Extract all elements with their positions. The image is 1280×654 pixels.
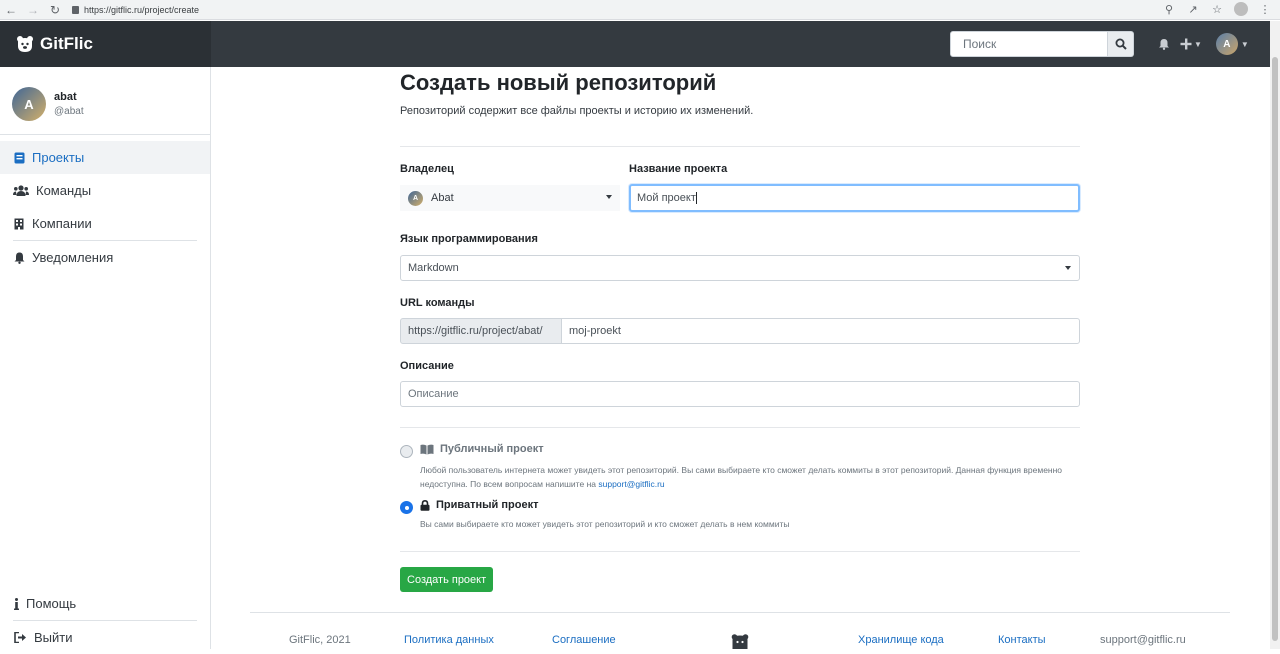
book-icon (13, 152, 25, 164)
private-title-text: Приватный проект (436, 499, 539, 511)
create-project-button[interactable]: Создать проект (400, 567, 494, 592)
project-name-label: Название проекта (629, 163, 728, 175)
back-icon[interactable]: ← (0, 3, 22, 17)
divider (400, 551, 1080, 552)
search-button[interactable] (1108, 31, 1134, 57)
reload-icon[interactable]: ↻ (44, 3, 66, 17)
url-slug-value: moj-proekt (569, 325, 621, 337)
language-value: Markdown (408, 262, 459, 274)
sidebar-item-teams[interactable]: Команды (0, 174, 210, 207)
create-menu[interactable]: ▼ (1180, 38, 1202, 50)
sidebar-item-help[interactable]: Помощь (0, 587, 210, 620)
footer-storage-link[interactable]: Хранилище кода (858, 634, 944, 646)
profile-icon[interactable] (1234, 2, 1248, 16)
caret-down-icon (606, 195, 612, 199)
description-label: Описание (400, 360, 454, 372)
divider (0, 134, 210, 135)
search-icon (1115, 38, 1127, 50)
url-label: URL команды (400, 297, 475, 309)
support-email-link[interactable]: support@gitflic.ru (598, 479, 664, 489)
public-description-text: Любой пользователь интернета может увиде… (420, 465, 1063, 489)
url-slug-input[interactable]: moj-proekt (561, 318, 1080, 344)
sidebar-item-label: Компании (32, 216, 92, 231)
avatar: A (408, 190, 423, 206)
user-handle: @abat (54, 106, 84, 117)
sidebar-item-label: Проекты (32, 150, 85, 165)
footer-copyright: GitFlic, 2021 (289, 634, 351, 646)
public-option-title[interactable]: Публичный проект (420, 443, 544, 455)
page-title: Создать новый репозиторий (400, 70, 717, 95)
chevron-down-icon: ▼ (1194, 39, 1202, 49)
lock-icon (72, 5, 79, 14)
divider (400, 427, 1080, 428)
search-input[interactable] (950, 31, 1108, 57)
language-label: Язык программирования (400, 233, 538, 245)
building-icon (13, 218, 25, 230)
caret-down-icon (1065, 266, 1071, 270)
users-icon (13, 185, 29, 196)
share-icon[interactable]: ↗ (1186, 3, 1200, 16)
project-name-input[interactable]: Мой проект (629, 184, 1080, 212)
url-prefix: https://gitflic.ru/project/abat/ (400, 318, 562, 344)
private-description: Вы сами выбираете кто может увидеть этот… (420, 519, 790, 529)
app-header: GitFlic ▼ A ▼ (0, 21, 1270, 67)
sidebar-item-label: Помощь (26, 596, 77, 611)
sidebar: A abat @abat Проекты Команды Компании Ув… (0, 67, 211, 649)
sidebar-item-notifications[interactable]: Уведомления (0, 241, 210, 274)
browser-toolbar: ← → ↻ https://gitflic.ru/project/create … (0, 0, 1280, 20)
text-cursor (695, 192, 697, 204)
footer: GitFlic, 2021 Политика данных Соглашение… (0, 634, 1270, 649)
user-name: abat (54, 91, 77, 103)
footer-email: support@gitflic.ru (1100, 634, 1186, 646)
public-title-text: Публичный проект (440, 443, 544, 455)
open-book-icon (420, 444, 434, 454)
footer-bear-logo-icon (731, 634, 749, 652)
bell-icon[interactable] (1158, 38, 1170, 50)
forward-icon[interactable]: → (22, 3, 44, 17)
user-menu[interactable]: A ▼ (1215, 33, 1249, 55)
owner-label: Владелец (400, 163, 454, 175)
project-name-value: Мой проект (637, 192, 696, 204)
owner-select[interactable]: A Abat (400, 185, 620, 211)
language-select[interactable]: Markdown (400, 255, 1080, 281)
lock-icon (420, 499, 430, 511)
description-placeholder: Описание (408, 388, 459, 400)
public-radio[interactable] (400, 445, 413, 458)
footer-divider (250, 612, 1230, 613)
search-box (950, 31, 1134, 57)
footer-privacy-link[interactable]: Политика данных (404, 634, 494, 646)
private-radio[interactable] (400, 501, 413, 514)
brand-name: GitFlic (40, 34, 93, 53)
plus-icon (1180, 38, 1192, 50)
description-input[interactable]: Описание (400, 381, 1080, 407)
footer-agreement-link[interactable]: Соглашение (552, 634, 616, 646)
avatar: A (12, 87, 46, 121)
scrollbar-thumb[interactable] (1272, 57, 1278, 641)
divider (400, 146, 1080, 147)
scrollbar[interactable] (1270, 21, 1280, 649)
zoom-icon[interactable]: ⚲ (1162, 3, 1176, 16)
bell-icon (13, 252, 25, 264)
sidebar-item-projects[interactable]: Проекты (0, 141, 210, 174)
bear-logo-icon (16, 35, 34, 53)
star-icon[interactable]: ☆ (1210, 3, 1224, 16)
sidebar-item-label: Уведомления (32, 250, 114, 265)
sidebar-nav: Проекты Команды Компании Уведомления (0, 141, 210, 274)
sidebar-item-companies[interactable]: Компании (0, 207, 210, 240)
private-option-title[interactable]: Приватный проект (420, 499, 538, 511)
brand-logo[interactable]: GitFlic (0, 21, 211, 67)
avatar: A (1215, 33, 1238, 55)
footer-contacts-link[interactable]: Контакты (998, 634, 1046, 646)
page-subtitle: Репозиторий содержит все файлы проекты и… (400, 105, 754, 117)
chevron-down-icon: ▼ (1240, 39, 1249, 49)
owner-value: Abat (431, 192, 454, 204)
user-profile[interactable]: A abat @abat (12, 87, 84, 121)
menu-dots-icon[interactable]: ⋮ (1258, 3, 1272, 16)
sidebar-item-label: Команды (36, 183, 92, 198)
public-description: Любой пользователь интернета может увиде… (420, 463, 1085, 491)
info-icon (13, 597, 19, 610)
address-bar[interactable]: https://gitflic.ru/project/create (72, 5, 199, 15)
url-text: https://gitflic.ru/project/create (84, 4, 200, 15)
